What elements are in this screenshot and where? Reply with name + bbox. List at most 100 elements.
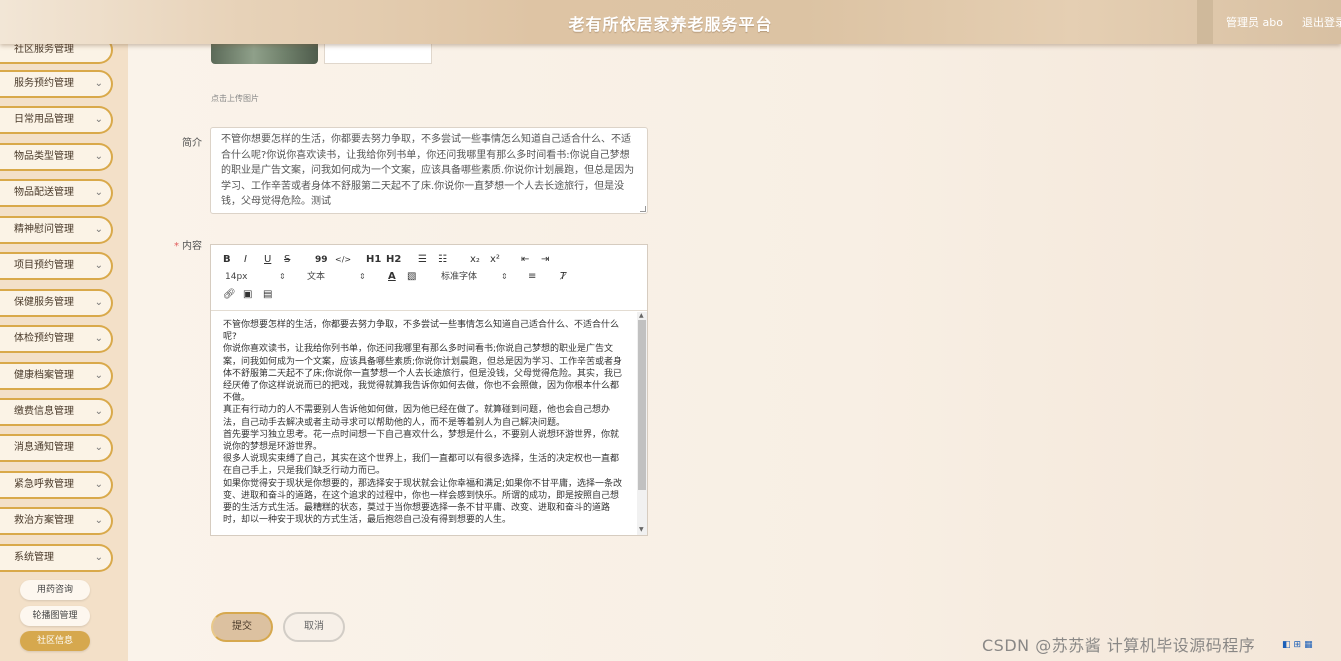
select-arrow-icon: ⇕	[279, 272, 286, 281]
chevron-down-icon: ⌄	[94, 151, 103, 162]
intro-text: 不管你想要怎样的生活，你都要去努力争取，不多尝试一些事情怎么知道自己适合什么、不…	[221, 134, 635, 207]
tray-icon: ⊞	[1293, 640, 1302, 650]
uploaded-image-thumbnail[interactable]	[211, 44, 318, 64]
sidebar-item-daily-goods[interactable]: 日常用品管理 ⌄	[0, 106, 113, 134]
sidebar-item-partial[interactable]: 社区服务管理	[0, 44, 113, 64]
chevron-down-icon: ⌄	[94, 370, 103, 381]
block-type-select[interactable]: 文本 ⇕	[307, 270, 369, 284]
superscript-icon[interactable]: x²	[490, 253, 500, 267]
upload-hint: 点击上传图片	[211, 94, 259, 103]
sidebar-item-project-booking[interactable]: 项目预约管理 ⌄	[0, 252, 113, 280]
sidebar-item-label: 服务预约管理	[14, 78, 74, 89]
current-user: 管理员 abo	[1226, 16, 1283, 29]
heading2-icon[interactable]: H2	[386, 253, 401, 267]
sidebar-item-goods-type[interactable]: 物品类型管理 ⌄	[0, 143, 113, 171]
chevron-down-icon: ⌄	[94, 479, 103, 490]
chevron-down-icon: ⌄	[94, 442, 103, 453]
chevron-down-icon: ⌄	[94, 515, 103, 526]
sidebar-item-label: 项目预约管理	[14, 260, 74, 271]
italic-icon[interactable]: I	[244, 253, 247, 267]
intro-textarea[interactable]: 不管你想要怎样的生活，你都要去努力争取，不多尝试一些事情怎么知道自己适合什么、不…	[210, 127, 648, 214]
subitem-label: 社区信息	[36, 636, 73, 646]
font-color-icon[interactable]: A	[388, 270, 396, 284]
tray-icon: ▦	[1304, 640, 1313, 650]
chevron-down-icon: ⌄	[94, 187, 103, 198]
cancel-button[interactable]: 取消	[283, 612, 345, 642]
sidebar-item-emergency[interactable]: 紧急呼救管理 ⌄	[0, 471, 113, 499]
video-icon[interactable]: ▤	[263, 288, 272, 302]
editor-toolbar: B I U S 99 </> H1 H2 ☰ ☷ x₂ x² ⇤ ⇥ 14px …	[211, 245, 647, 311]
tray-icon: ◧	[1282, 640, 1291, 650]
chevron-down-icon: ⌄	[94, 333, 103, 344]
bold-icon[interactable]: B	[223, 253, 231, 267]
chevron-down-icon: ⌄	[94, 552, 103, 563]
clear-format-icon[interactable]: T̷	[560, 270, 566, 284]
sidebar-item-label: 缴费信息管理	[14, 406, 74, 417]
sidebar-item-health-records[interactable]: 健康档案管理 ⌄	[0, 362, 113, 390]
indent-icon[interactable]: ⇥	[541, 253, 549, 267]
editor-scrollbar[interactable]: ▲ ▼	[637, 312, 647, 535]
intro-label: 简介	[142, 134, 202, 149]
editor-paragraph: 如果你觉得安于现状是你想要的，那选择安于现状就会让你幸福和满足;如果你不甘平庸，…	[223, 478, 623, 526]
sidebar-item-label: 体检预约管理	[14, 333, 74, 344]
sidebar-item-label: 精神慰问管理	[14, 224, 74, 235]
editor-content[interactable]: 不管你想要怎样的生活，你都要去努力争取，不多尝试一些事情怎么知道自己适合什么、不…	[211, 312, 637, 535]
align-icon[interactable]: ≡	[528, 270, 536, 284]
sidebar-item-label: 物品配送管理	[14, 187, 74, 198]
bullet-list-icon[interactable]: ☷	[438, 253, 447, 267]
background-color-icon[interactable]: ▧	[407, 270, 416, 284]
intro-label-text: 简介	[182, 138, 202, 149]
font-size-select[interactable]: 14px ⇕	[225, 270, 287, 284]
resize-handle-icon[interactable]	[640, 206, 646, 212]
sidebar-subitem-medication[interactable]: 用药咨询	[20, 580, 90, 600]
subitem-label: 用药咨询	[36, 585, 73, 595]
chevron-down-icon: ⌄	[94, 78, 103, 89]
submit-button[interactable]: 提交	[211, 612, 273, 642]
font-family-value: 标准字体	[441, 272, 478, 282]
content-label-text: 内容	[182, 241, 202, 252]
font-family-select[interactable]: 标准字体 ⇕	[441, 270, 513, 284]
scroll-up-icon[interactable]: ▲	[639, 312, 644, 319]
chevron-down-icon: ⌄	[94, 260, 103, 271]
select-arrow-icon: ⇕	[501, 272, 508, 281]
sidebar-item-system[interactable]: 系统管理 ⌄	[0, 544, 113, 572]
chevron-down-icon: ⌄	[94, 406, 103, 417]
required-marker: *	[174, 241, 179, 252]
subscript-icon[interactable]: x₂	[470, 253, 480, 267]
chevron-down-icon: ⌄	[94, 114, 103, 125]
scrollbar-thumb[interactable]	[638, 320, 646, 490]
sidebar-item-payment[interactable]: 缴费信息管理 ⌄	[0, 398, 113, 426]
content-label: * 内容	[142, 237, 202, 252]
logout-link[interactable]: 退出登录	[1302, 14, 1341, 30]
sidebar-item-delivery[interactable]: 物品配送管理 ⌄	[0, 179, 113, 207]
underline-icon[interactable]: U	[264, 253, 271, 267]
sidebar: 社区服务管理 服务预约管理 ⌄ 日常用品管理 ⌄ 物品类型管理 ⌄ 物品配送管理…	[0, 44, 128, 661]
chevron-down-icon: ⌄	[94, 297, 103, 308]
font-size-value: 14px	[225, 272, 248, 282]
sidebar-item-notifications[interactable]: 消息通知管理 ⌄	[0, 434, 113, 462]
sidebar-item-health-service[interactable]: 保健服务管理 ⌄	[0, 289, 113, 317]
sidebar-item-checkup-booking[interactable]: 体检预约管理 ⌄	[0, 325, 113, 353]
editor-paragraph: 真正有行动力的人不需要别人告诉他如何做，因为他已经在做了。就算碰到问题，他也会自…	[223, 405, 611, 428]
outdent-icon[interactable]: ⇤	[521, 253, 529, 267]
code-block-icon[interactable]: </>	[335, 253, 351, 267]
link-icon[interactable]: 🔗︎	[223, 288, 236, 302]
ordered-list-icon[interactable]: ☰	[418, 253, 427, 267]
sidebar-item-service-booking[interactable]: 服务预约管理 ⌄	[0, 70, 113, 98]
sidebar-subitem-carousel[interactable]: 轮播图管理	[20, 606, 90, 626]
blockquote-icon[interactable]: 99	[315, 253, 328, 267]
strike-icon[interactable]: S	[284, 253, 290, 267]
sidebar-subitem-community-info[interactable]: 社区信息	[20, 631, 90, 651]
editor-paragraph: 首先要学习独立思考。花一点时间想一下自己喜欢什么，梦想是什么，不要别人说想环游世…	[223, 429, 620, 453]
sidebar-item-treatment-plan[interactable]: 救治方案管理 ⌄	[0, 507, 113, 535]
image-icon[interactable]: ▣	[243, 288, 252, 302]
sidebar-item-label: 保健服务管理	[14, 297, 74, 308]
sidebar-item-spiritual-care[interactable]: 精神慰问管理 ⌄	[0, 216, 113, 244]
top-header: 老有所依居家养老服务平台 管理员 abo 退出登录	[0, 0, 1341, 44]
sidebar-item-label: 系统管理	[14, 552, 54, 563]
rich-text-editor[interactable]: B I U S 99 </> H1 H2 ☰ ☷ x₂ x² ⇤ ⇥ 14px …	[210, 244, 648, 536]
heading1-icon[interactable]: H1	[366, 253, 381, 267]
subitem-label: 轮播图管理	[32, 611, 78, 621]
scroll-down-icon[interactable]: ▼	[639, 526, 644, 533]
upload-box[interactable]	[324, 44, 432, 64]
